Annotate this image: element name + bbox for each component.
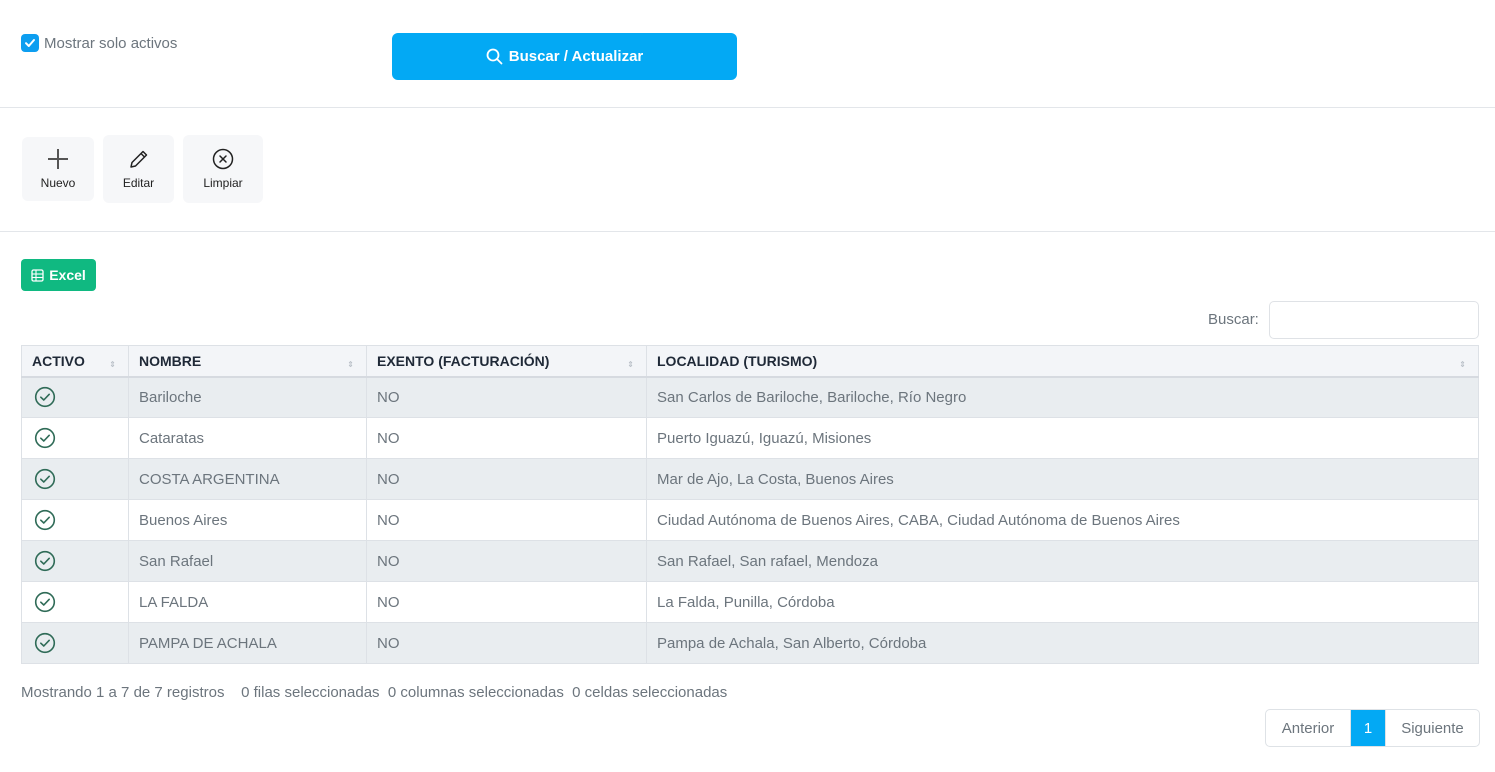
- cell-activo: [21, 376, 129, 418]
- column-header-nombre[interactable]: NOMBRE ⇕: [128, 345, 367, 378]
- table-row[interactable]: COSTA ARGENTINA NO Mar de Ajo, La Costa, B…: [21, 458, 1479, 500]
- check-circle-icon: [34, 468, 56, 490]
- cell-nombre: Bariloche: [128, 376, 367, 418]
- table-search-input[interactable]: [1269, 301, 1479, 339]
- sort-icon: ⇕: [109, 360, 116, 369]
- search-refresh-label: Buscar / Actualizar: [508, 48, 644, 65]
- sort-icon: ⇕: [1459, 360, 1466, 369]
- pencil-icon: [129, 150, 147, 168]
- checkbox-checked-icon[interactable]: [21, 34, 39, 52]
- plus-icon: [48, 149, 68, 169]
- clear-button[interactable]: Limpiar: [183, 135, 263, 203]
- search-refresh-button[interactable]: Buscar / Actualizar: [392, 33, 737, 80]
- check-circle-icon: [34, 550, 56, 572]
- column-header-label: ACTIVO: [32, 352, 85, 369]
- rows-selected: 0 filas seleccionadas: [241, 684, 380, 701]
- cell-activo: [21, 499, 129, 541]
- new-label: Nuevo: [40, 176, 76, 190]
- cell-activo: [21, 540, 129, 582]
- cell-activo: [21, 417, 129, 459]
- filter-bar: Mostrar solo activos Buscar / Actualizar: [0, 0, 1495, 108]
- table-row[interactable]: LA FALDA NO La Falda, Punilla, Córdoba: [21, 581, 1479, 623]
- column-header-label: EXENTO (FACTURACIÓN): [377, 352, 550, 369]
- new-button[interactable]: Nuevo: [22, 137, 94, 201]
- column-header-label: LOCALIDAD (TURISMO): [657, 352, 818, 369]
- sort-icon: ⇕: [627, 360, 634, 369]
- excel-label: Excel: [49, 267, 86, 283]
- cell-nombre: LA FALDA: [128, 581, 367, 623]
- edit-button[interactable]: Editar: [103, 135, 174, 203]
- check-circle-icon: [34, 387, 56, 408]
- cell-nombre: COSTA ARGENTINA: [128, 458, 367, 500]
- active-only-checkbox[interactable]: Mostrar solo activos: [21, 34, 177, 52]
- active-only-label: Mostrar solo activos: [44, 34, 178, 52]
- page-1-button[interactable]: 1: [1351, 710, 1385, 746]
- table-row[interactable]: San Rafael NO San Rafael, San rafael, Mend…: [21, 540, 1479, 582]
- table-row[interactable]: PAMPA DE ACHALA NO Pampa de Achala, San Al…: [21, 622, 1479, 664]
- table-row[interactable]: Buenos Aires NO Ciudad Autónoma de Buenos …: [21, 499, 1479, 541]
- close-circle-icon: [212, 148, 234, 170]
- table-header-row: ACTIVO ⇕ NOMBRE ⇕ EXENTO (FACTURACIÓN) ⇕ LO…: [21, 345, 1479, 378]
- sort-icon: ⇕: [347, 360, 354, 369]
- column-header-activo[interactable]: ACTIVO ⇕: [21, 345, 129, 378]
- cell-exento: NO: [366, 417, 647, 459]
- cell-nombre: Buenos Aires: [128, 499, 367, 541]
- check-circle-icon: [34, 509, 56, 531]
- cell-activo: [21, 458, 129, 500]
- cell-activo: [21, 581, 129, 623]
- column-header-localidad[interactable]: LOCALIDAD (TURISMO) ⇕: [646, 345, 1479, 378]
- cell-nombre: PAMPA DE ACHALA: [128, 622, 367, 664]
- search-icon: [486, 48, 503, 65]
- spreadsheet-icon: [31, 268, 44, 282]
- check-circle-icon: [34, 427, 56, 449]
- edit-label: Editar: [122, 176, 155, 190]
- cell-localidad: Mar de Ajo, La Costa, Buenos Aires: [646, 458, 1479, 500]
- previous-page-button[interactable]: Anterior: [1266, 710, 1351, 746]
- column-header-label: NOMBRE: [139, 352, 202, 369]
- cell-localidad: San Rafael, San rafael, Mendoza: [646, 540, 1479, 582]
- column-header-exento[interactable]: EXENTO (FACTURACIÓN) ⇕: [366, 345, 647, 378]
- columns-selected: 0 columnas seleccionadas: [387, 684, 564, 701]
- table-info: Mostrando 1 a 7 de 7 registros 0 filas s…: [21, 684, 727, 701]
- cell-exento: NO: [366, 376, 647, 418]
- excel-export-button[interactable]: Excel: [21, 259, 96, 291]
- clear-label: Limpiar: [203, 176, 243, 190]
- table-search-label: Buscar:: [1208, 311, 1259, 328]
- cell-exento: NO: [366, 499, 647, 541]
- cell-localidad: San Carlos de Bariloche, Bariloche, Río …: [646, 376, 1479, 418]
- cell-activo: [21, 622, 129, 664]
- cell-exento: NO: [366, 622, 647, 664]
- cell-exento: NO: [366, 540, 647, 582]
- data-table: ACTIVO ⇕ NOMBRE ⇕ EXENTO (FACTURACIÓN) ⇕ LO…: [21, 345, 1479, 664]
- next-page-button[interactable]: Siguiente: [1385, 710, 1479, 746]
- cell-localidad: Pampa de Achala, San Alberto, Córdoba: [646, 622, 1479, 664]
- cells-selected: 0 celdas seleccionadas: [572, 684, 728, 701]
- cell-localidad: Puerto Iguazú, Iguazú, Misiones: [646, 417, 1479, 459]
- cell-nombre: San Rafael: [128, 540, 367, 582]
- cell-exento: NO: [366, 458, 647, 500]
- table-row[interactable]: Bariloche NO San Carlos de Bariloche, Bari…: [21, 376, 1479, 418]
- cell-localidad: Ciudad Autónoma de Buenos Aires, CABA, C…: [646, 499, 1479, 541]
- cell-localidad: La Falda, Punilla, Córdoba: [646, 581, 1479, 623]
- check-circle-icon: [34, 591, 56, 613]
- cell-exento: NO: [366, 581, 647, 623]
- table-row[interactable]: Cataratas NO Puerto Iguazú, Iguazú, Mision…: [21, 417, 1479, 459]
- cell-nombre: Cataratas: [128, 417, 367, 459]
- check-circle-icon: [34, 632, 56, 654]
- showing-records: Mostrando 1 a 7 de 7 registros: [21, 684, 225, 701]
- pagination: Anterior 1 Siguiente: [1265, 709, 1480, 747]
- action-toolbar: Nuevo Editar Limpiar: [0, 108, 1495, 232]
